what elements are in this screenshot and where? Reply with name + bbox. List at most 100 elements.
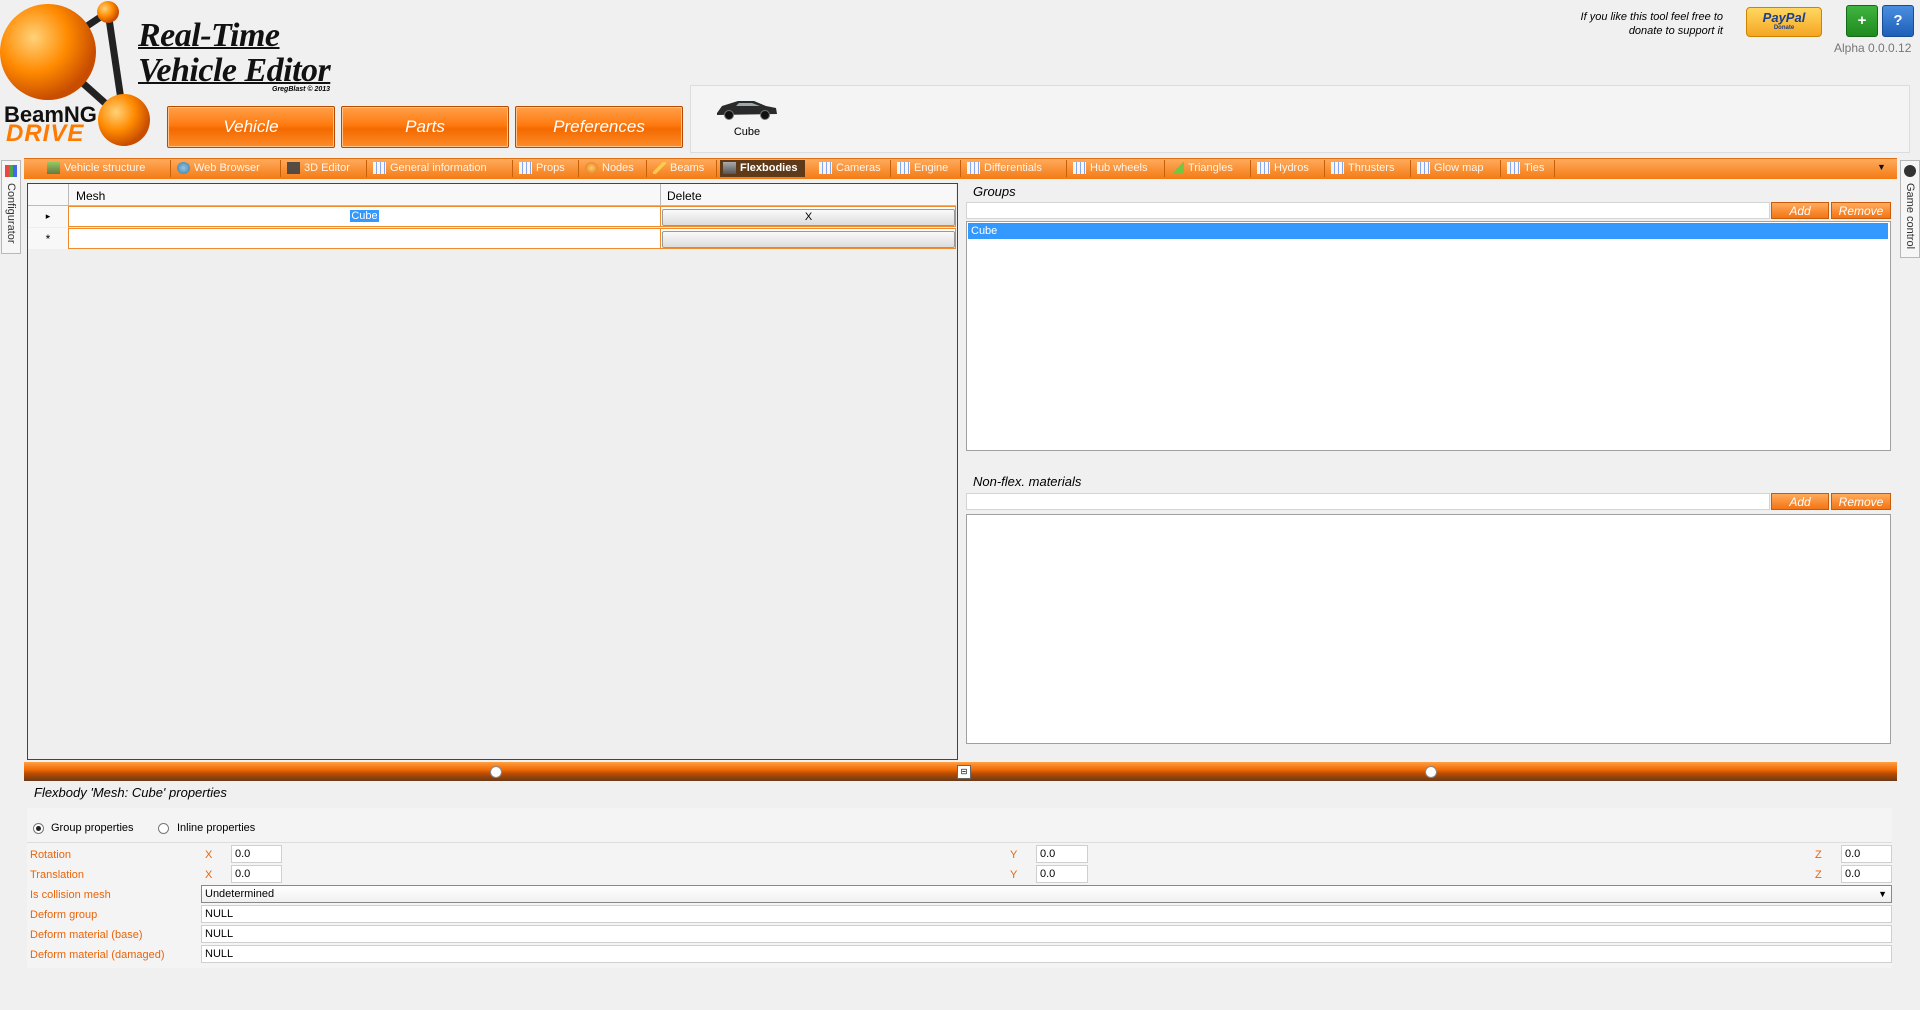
vehicle-list bbox=[690, 85, 1910, 153]
tab-overflow-dropdown-icon[interactable]: ▼ bbox=[1877, 162, 1886, 172]
tab-hydros[interactable]: Hydros bbox=[1254, 160, 1309, 177]
tab-cameras[interactable]: Cameras bbox=[816, 160, 881, 177]
tab-separator bbox=[578, 160, 579, 177]
deform-group-label: Deform group bbox=[30, 909, 98, 921]
tab-general-information[interactable]: General information bbox=[370, 160, 487, 177]
tab-engine[interactable]: Engine bbox=[894, 160, 948, 177]
tab-differentials[interactable]: Differentials bbox=[964, 160, 1042, 177]
tab-ties[interactable]: Ties bbox=[1504, 160, 1544, 177]
app-title-line-2: Vehicle Editor bbox=[138, 52, 331, 89]
groups-list[interactable] bbox=[966, 221, 1891, 451]
tab-web-browser[interactable]: Web Browser bbox=[174, 160, 260, 177]
tab-flexbodies[interactable]: Flexbodies bbox=[720, 160, 806, 177]
grid-icon bbox=[1257, 162, 1270, 174]
add-button[interactable]: + bbox=[1846, 5, 1878, 37]
flexbody-icon bbox=[723, 162, 736, 174]
nonflex-input[interactable] bbox=[966, 493, 1770, 510]
deform-group-input[interactable]: NULL bbox=[201, 905, 1892, 923]
tab-beams[interactable]: Beams bbox=[650, 160, 704, 177]
tab-thrusters[interactable]: Thrusters bbox=[1328, 160, 1394, 177]
inline-properties-radio[interactable] bbox=[158, 823, 169, 834]
collision-mesh-select[interactable]: Undetermined ▼ bbox=[201, 885, 1892, 903]
rotation-x-label: X bbox=[205, 849, 213, 861]
translation-y-input[interactable]: 0.0 bbox=[1036, 865, 1088, 883]
splitter-handle-right[interactable] bbox=[1425, 766, 1437, 778]
tab-vehicle-structure[interactable]: Vehicle structure bbox=[44, 160, 145, 177]
rotation-label: Rotation bbox=[30, 849, 71, 861]
splitter-toggle-icon[interactable]: ⊟ bbox=[957, 765, 971, 779]
paypal-donate-button[interactable]: PayPal Donate bbox=[1746, 7, 1822, 37]
collision-mesh-value: Undetermined bbox=[205, 888, 275, 900]
tab-label: Differentials bbox=[984, 162, 1042, 174]
splitter-handle-left[interactable] bbox=[490, 766, 502, 778]
tab-separator bbox=[1554, 160, 1555, 177]
parts-button[interactable]: Parts bbox=[341, 106, 509, 148]
grid-icon bbox=[1507, 162, 1520, 174]
rotation-y-label: Y bbox=[1010, 849, 1018, 861]
tab-label: Web Browser bbox=[194, 162, 260, 174]
tab-label: Vehicle structure bbox=[64, 162, 146, 174]
vehicle-item-cube[interactable]: Cube bbox=[710, 93, 784, 149]
deform-material-base-input[interactable]: NULL bbox=[201, 925, 1892, 943]
new-delete-cell bbox=[660, 228, 956, 249]
credit-text: GregBlast © 2013 bbox=[272, 86, 331, 93]
column-header-mesh[interactable]: Mesh bbox=[76, 189, 105, 203]
tab-3d-editor[interactable]: 3D Editor bbox=[284, 160, 350, 177]
tab-separator bbox=[366, 160, 367, 177]
grid-divider bbox=[660, 184, 661, 206]
rotation-x-input[interactable]: 0.0 bbox=[231, 845, 282, 863]
3d-editor-icon bbox=[287, 162, 300, 174]
groups-add-button[interactable]: Add bbox=[1771, 202, 1829, 219]
help-button[interactable]: ? bbox=[1882, 5, 1914, 37]
delete-row-button[interactable]: X bbox=[662, 209, 955, 226]
tab-separator bbox=[646, 160, 647, 177]
tab-props[interactable]: Props bbox=[516, 160, 565, 177]
tab-separator bbox=[890, 160, 891, 177]
delete-cell: X bbox=[660, 206, 956, 227]
row-header-current[interactable]: ▸ bbox=[28, 206, 69, 227]
triangle-icon bbox=[1171, 162, 1184, 174]
groups-remove-button[interactable]: Remove bbox=[1831, 202, 1891, 219]
mesh-grid-header bbox=[28, 184, 956, 206]
translation-label: Translation bbox=[30, 869, 85, 881]
inline-properties-label[interactable]: Inline properties bbox=[177, 822, 255, 834]
tab-separator bbox=[1066, 160, 1067, 177]
nonflex-title: Non-flex. materials bbox=[973, 474, 1082, 489]
grid-icon bbox=[373, 162, 386, 174]
nonflex-list[interactable] bbox=[966, 514, 1891, 744]
tab-nodes[interactable]: Nodes bbox=[582, 160, 634, 177]
game-control-icon bbox=[1904, 165, 1916, 177]
tab-separator bbox=[716, 160, 717, 177]
mesh-cell[interactable]: Cube bbox=[68, 206, 661, 227]
column-header-delete[interactable]: Delete bbox=[667, 189, 702, 203]
vehicle-button[interactable]: Vehicle bbox=[167, 106, 335, 148]
new-mesh-cell[interactable] bbox=[68, 228, 661, 249]
rotation-z-input[interactable]: 0.0 bbox=[1841, 845, 1892, 863]
tab-separator bbox=[960, 160, 961, 177]
chevron-down-icon: ▼ bbox=[1878, 889, 1887, 899]
tab-separator bbox=[512, 160, 513, 177]
grid-icon bbox=[1417, 162, 1430, 174]
tab-hub-wheels[interactable]: Hub wheels bbox=[1070, 160, 1147, 177]
groups-list-item[interactable]: Cube bbox=[968, 223, 1888, 239]
deform-material-base-label: Deform material (base) bbox=[30, 929, 143, 941]
preferences-button[interactable]: Preferences bbox=[515, 106, 683, 148]
tab-triangles[interactable]: Triangles bbox=[1168, 160, 1233, 177]
nonflex-remove-button[interactable]: Remove bbox=[1831, 493, 1891, 510]
deform-material-damaged-input[interactable]: NULL bbox=[201, 945, 1892, 963]
new-row-delete-button[interactable] bbox=[662, 231, 955, 248]
nonflex-add-button[interactable]: Add bbox=[1771, 493, 1829, 510]
tab-label: 3D Editor bbox=[304, 162, 350, 174]
translation-x-input[interactable]: 0.0 bbox=[231, 865, 282, 883]
group-properties-label[interactable]: Group properties bbox=[51, 822, 134, 834]
tab-label: Flexbodies bbox=[740, 162, 798, 174]
group-properties-radio[interactable] bbox=[33, 823, 44, 834]
groups-input[interactable] bbox=[966, 202, 1770, 219]
tab-glow-map[interactable]: Glow map bbox=[1414, 160, 1484, 177]
translation-z-input[interactable]: 0.0 bbox=[1841, 865, 1892, 883]
rotation-y-input[interactable]: 0.0 bbox=[1036, 845, 1088, 863]
row-header-new[interactable]: * bbox=[28, 228, 69, 249]
mesh-cell-value[interactable]: Cube bbox=[350, 210, 379, 222]
configurator-side-tab[interactable]: Configurator bbox=[1, 160, 21, 254]
game-control-side-tab[interactable]: Game control bbox=[1900, 160, 1920, 258]
